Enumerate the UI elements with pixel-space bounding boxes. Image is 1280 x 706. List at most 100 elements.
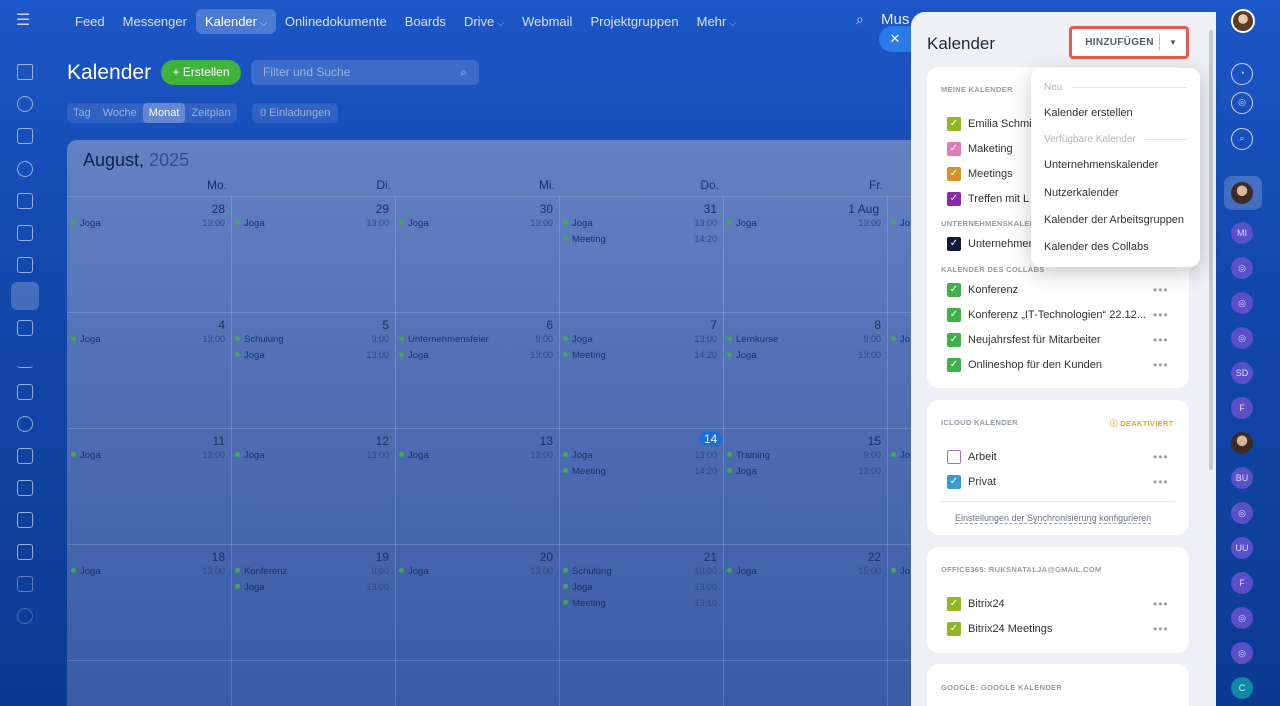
calendar-item[interactable]: ✓ Konferenz	[947, 280, 1018, 300]
home-icon[interactable]	[17, 64, 33, 80]
calendar-event[interactable]: Joga	[235, 350, 265, 361]
nav-feed[interactable]: Feed	[66, 9, 114, 34]
calendar-event[interactable]: Joga	[399, 218, 429, 229]
calendar-item[interactable]: ✓ Privat	[947, 472, 996, 492]
day-number[interactable]: 18	[185, 550, 225, 564]
calendar-item[interactable]: ✓ Bitrix24	[947, 594, 1005, 614]
calendar-event[interactable]: Training	[727, 450, 770, 461]
chat-group-icon[interactable]: ◎	[1231, 502, 1253, 524]
chat-icon[interactable]	[17, 544, 33, 560]
calendar-item[interactable]: Arbeit	[947, 447, 997, 467]
calendar-event[interactable]: Joga	[71, 450, 101, 461]
calendar-event[interactable]: Jo	[891, 218, 910, 229]
cart-icon[interactable]	[17, 384, 33, 400]
calendar-event[interactable]: Jo	[891, 450, 910, 461]
nav-drive[interactable]: Drive ⌵	[455, 9, 513, 34]
day-number[interactable]: 21	[677, 550, 717, 564]
calendar-event[interactable]: Schulung	[235, 334, 284, 345]
copilot-icon[interactable]: ◎	[1231, 92, 1253, 114]
day-number[interactable]: 22	[841, 550, 881, 564]
day-number[interactable]: 29	[349, 202, 389, 216]
calendar-event[interactable]: Joga	[399, 350, 429, 361]
calendar-event[interactable]: Joga	[727, 566, 757, 577]
avatar[interactable]	[1231, 182, 1253, 204]
day-number[interactable]: 12	[349, 434, 389, 448]
check-icon[interactable]: ✓	[947, 167, 961, 181]
calendar-item[interactable]: ✓ Onlineshop für den Kunden	[947, 355, 1102, 375]
more-icon[interactable]: •••	[1153, 358, 1169, 372]
nav-messenger[interactable]: Messenger	[114, 9, 196, 34]
nav-onlinedokumente[interactable]: Onlinedokumente	[276, 9, 396, 34]
calendar-nav-selected[interactable]	[11, 282, 39, 310]
calendar-item[interactable]: ✓ Bitrix24 Meetings	[947, 619, 1052, 639]
day-number[interactable]: 19	[349, 550, 389, 564]
nav-mehr[interactable]: Mehr ⌵	[688, 9, 745, 34]
status-badge[interactable]: ⓘ DEAKTIVIERT	[1110, 418, 1174, 429]
checkbox-empty-icon[interactable]	[947, 450, 961, 464]
calendar-item[interactable]: ✓ Neujahrsfest für Mitarbeiter	[947, 330, 1101, 350]
check-icon[interactable]: ✓	[947, 192, 961, 206]
chat-avatar-f2[interactable]: F	[1231, 572, 1253, 594]
chat-avatar-c[interactable]: C	[1231, 677, 1253, 699]
bell-icon[interactable]: ◔	[1231, 63, 1253, 85]
view-monat[interactable]: Monat	[142, 103, 186, 123]
nav-projektgruppen[interactable]: Projektgruppen	[581, 9, 687, 34]
menu-item-kalender-erstellen[interactable]: Kalender erstellen	[1044, 107, 1133, 119]
calendar-event[interactable]: Jo	[891, 566, 910, 577]
filter-icon[interactable]	[17, 512, 33, 528]
search-icon[interactable]: ⌕	[460, 60, 467, 85]
calendar-item[interactable]: ✓ Konferenz „IT-Technologien“ 22.12...	[947, 305, 1147, 325]
chat-avatar-mi[interactable]: MI	[1231, 222, 1253, 244]
avatar[interactable]	[1231, 432, 1253, 454]
calendar-event[interactable]: Joga	[71, 218, 101, 229]
sync-settings-link[interactable]: Einstellungen der Synchronisierung konfi…	[955, 513, 1152, 524]
calendar-event[interactable]: Meeting	[563, 466, 606, 477]
calendar-event[interactable]: Joga	[563, 450, 593, 461]
calendar-event[interactable]: Joga	[727, 218, 757, 229]
more-icon[interactable]: •••	[1153, 622, 1169, 636]
check-icon[interactable]: ✓	[947, 475, 961, 489]
calendar-item[interactable]: ✓ Treffen mit L	[947, 189, 1029, 209]
chat-group-icon[interactable]: ◎	[1231, 292, 1253, 314]
filter-input[interactable]: Filter und Suche ⌕	[251, 60, 479, 85]
day-number[interactable]: 7	[677, 318, 717, 332]
menu-icon[interactable]: ☰	[16, 12, 34, 30]
calendar-event[interactable]: Joga	[563, 218, 593, 229]
view-tag[interactable]: Tag	[67, 103, 97, 123]
search-chat-icon[interactable]: ⌕	[1231, 128, 1253, 150]
menu-item-collabs[interactable]: Kalender des Collabs	[1044, 241, 1149, 253]
puzzle-icon[interactable]	[17, 96, 33, 112]
chat-group-icon[interactable]: ◎	[1231, 607, 1253, 629]
nav-kalender[interactable]: Kalender ⌵	[195, 9, 276, 34]
search-icon[interactable]: ⌕	[856, 11, 864, 28]
check-icon[interactable]: ✓	[947, 333, 961, 347]
more-icon[interactable]: •••	[1153, 333, 1169, 347]
menu-item-unternehmenskalender[interactable]: Unternehmenskalender	[1044, 159, 1158, 171]
check-icon[interactable]: ✓	[947, 117, 961, 131]
more-icon[interactable]: •••	[1153, 308, 1169, 322]
create-button[interactable]: + Erstellen	[161, 60, 241, 85]
calendar-event[interactable]: Joga	[399, 450, 429, 461]
day-number[interactable]: 15	[841, 434, 881, 448]
check-icon[interactable]: ✓	[947, 358, 961, 372]
calendar-event[interactable]: Joga	[399, 566, 429, 577]
add-button-label[interactable]: HINZUFÜGEN	[1072, 37, 1159, 48]
scrollbar[interactable]	[1209, 30, 1213, 470]
nav-webmail[interactable]: Webmail	[513, 9, 581, 34]
chat-avatar-bu[interactable]: BU	[1231, 467, 1253, 489]
group-icon[interactable]	[17, 576, 33, 592]
calendar-item[interactable]: ✓ Meetings	[947, 164, 1013, 184]
calendar-event[interactable]: Konferenz	[235, 566, 287, 577]
pen-icon[interactable]	[17, 480, 33, 496]
calendar-event[interactable]: Meeting	[563, 598, 606, 609]
chat-group-icon[interactable]: ◎	[1231, 257, 1253, 279]
building-icon[interactable]	[17, 448, 33, 464]
check-icon[interactable]: ✓	[947, 142, 961, 156]
day-number[interactable]: 5	[349, 318, 389, 332]
calendar-event[interactable]: Schulung	[563, 566, 612, 577]
user-avatar[interactable]	[1231, 9, 1255, 33]
checkbox-icon[interactable]	[17, 320, 33, 336]
document-icon[interactable]	[17, 128, 33, 144]
more-icon[interactable]: •••	[1153, 597, 1169, 611]
calendar-item[interactable]: ✓ Maketing	[947, 139, 1013, 159]
